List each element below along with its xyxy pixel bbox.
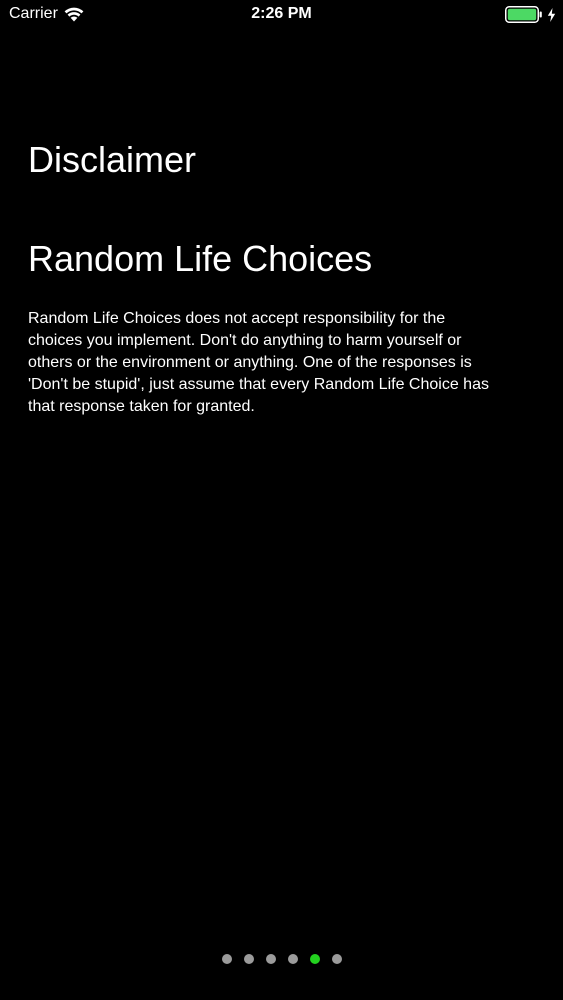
disclaimer-line: 'Don't be stupid', just assume that ever… xyxy=(28,376,489,393)
page-dot-active[interactable] xyxy=(309,954,320,964)
page-dot[interactable] xyxy=(287,954,298,964)
disclaimer-line: Random Life Choices does not accept resp… xyxy=(28,310,446,327)
status-time: 2:26 PM xyxy=(251,5,312,22)
page-dot[interactable] xyxy=(331,954,342,964)
disclaimer-line: choices you implement. Don't do anything… xyxy=(28,332,462,349)
page-dot[interactable] xyxy=(243,954,254,964)
page-dot[interactable] xyxy=(221,954,232,964)
disclaimer-text: Random Life Choices does not accept resp… xyxy=(28,308,533,418)
disclaimer-line: that response taken for granted. xyxy=(28,398,255,415)
battery-group xyxy=(505,6,556,23)
page-dot[interactable] xyxy=(265,954,276,964)
app-name-heading: Random Life Choices xyxy=(28,238,373,279)
page-indicator[interactable] xyxy=(0,954,563,964)
battery-icon xyxy=(505,6,543,23)
status-bar: Carrier 2:26 PM xyxy=(0,0,563,30)
charging-bolt-icon xyxy=(547,7,556,22)
page-title: Disclaimer xyxy=(28,139,197,180)
disclaimer-line: others or the environment or anything. O… xyxy=(28,354,472,371)
